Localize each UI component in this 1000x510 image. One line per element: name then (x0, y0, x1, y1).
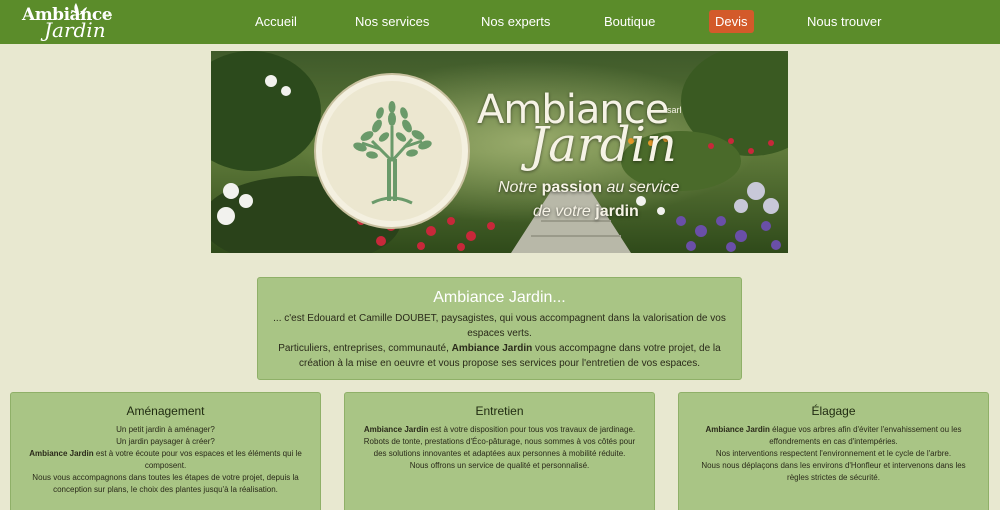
card-body: Ambiance Jardin est à votre disposition … (363, 425, 636, 470)
service-card-elagage: Élagage Ambiance Jardin élague vos arbre… (678, 392, 989, 510)
card-title: Élagage (811, 404, 856, 418)
card-body: Ambiance Jardin élague vos arbres afin d… (701, 425, 966, 482)
hero-title-jardin: Jardin (529, 117, 677, 173)
card-title: Entretien (475, 404, 524, 418)
card-title: Aménagement (126, 404, 205, 418)
tree-icon (353, 101, 432, 205)
intro-paragraph-2: Particuliers, entreprises, communauté, A… (278, 343, 721, 369)
card-body: Un petit jardin à aménager? Un jardin pa… (29, 425, 302, 494)
logo-suffix: sarl (103, 13, 112, 19)
nav-link-accueil[interactable]: Accueil (255, 14, 297, 29)
nav-link-nos-experts[interactable]: Nos experts (481, 14, 550, 29)
tree-medallion (316, 75, 468, 227)
hero-tagline-line1: Notre passion au service (498, 179, 680, 196)
garden-background-image (211, 51, 788, 253)
intro-paragraph-1: ... c'est Edouard et Camille DOUBET, pay… (273, 313, 726, 339)
nav-link-devis[interactable]: Devis (709, 10, 754, 33)
hero-banner: Ambiance sarl Jardin Notre passion au se… (211, 51, 788, 253)
nav-link-boutique[interactable]: Boutique (604, 14, 655, 29)
nav-link-nos-services[interactable]: Nos services (355, 14, 429, 29)
intro-title: Ambiance Jardin... (433, 289, 566, 306)
hero-tagline-line2: de votre jardin (533, 203, 639, 220)
nav-link-nous-trouver[interactable]: Nous trouver (807, 14, 881, 29)
intro-panel: Ambiance Jardin... ... c'est Edouard et … (257, 277, 742, 380)
top-navigation-bar: Ambiance Jardin sarl Accueil Nos service… (0, 0, 1000, 44)
service-card-entretien: Entretien Ambiance Jardin est à votre di… (344, 392, 655, 510)
hero-title-suffix: sarl (667, 105, 682, 115)
site-logo[interactable]: Ambiance Jardin sarl (22, 3, 117, 42)
service-card-amenagement: Aménagement Un petit jardin à aménager? … (10, 392, 321, 510)
logo-text-line2: Jardin (44, 18, 106, 42)
